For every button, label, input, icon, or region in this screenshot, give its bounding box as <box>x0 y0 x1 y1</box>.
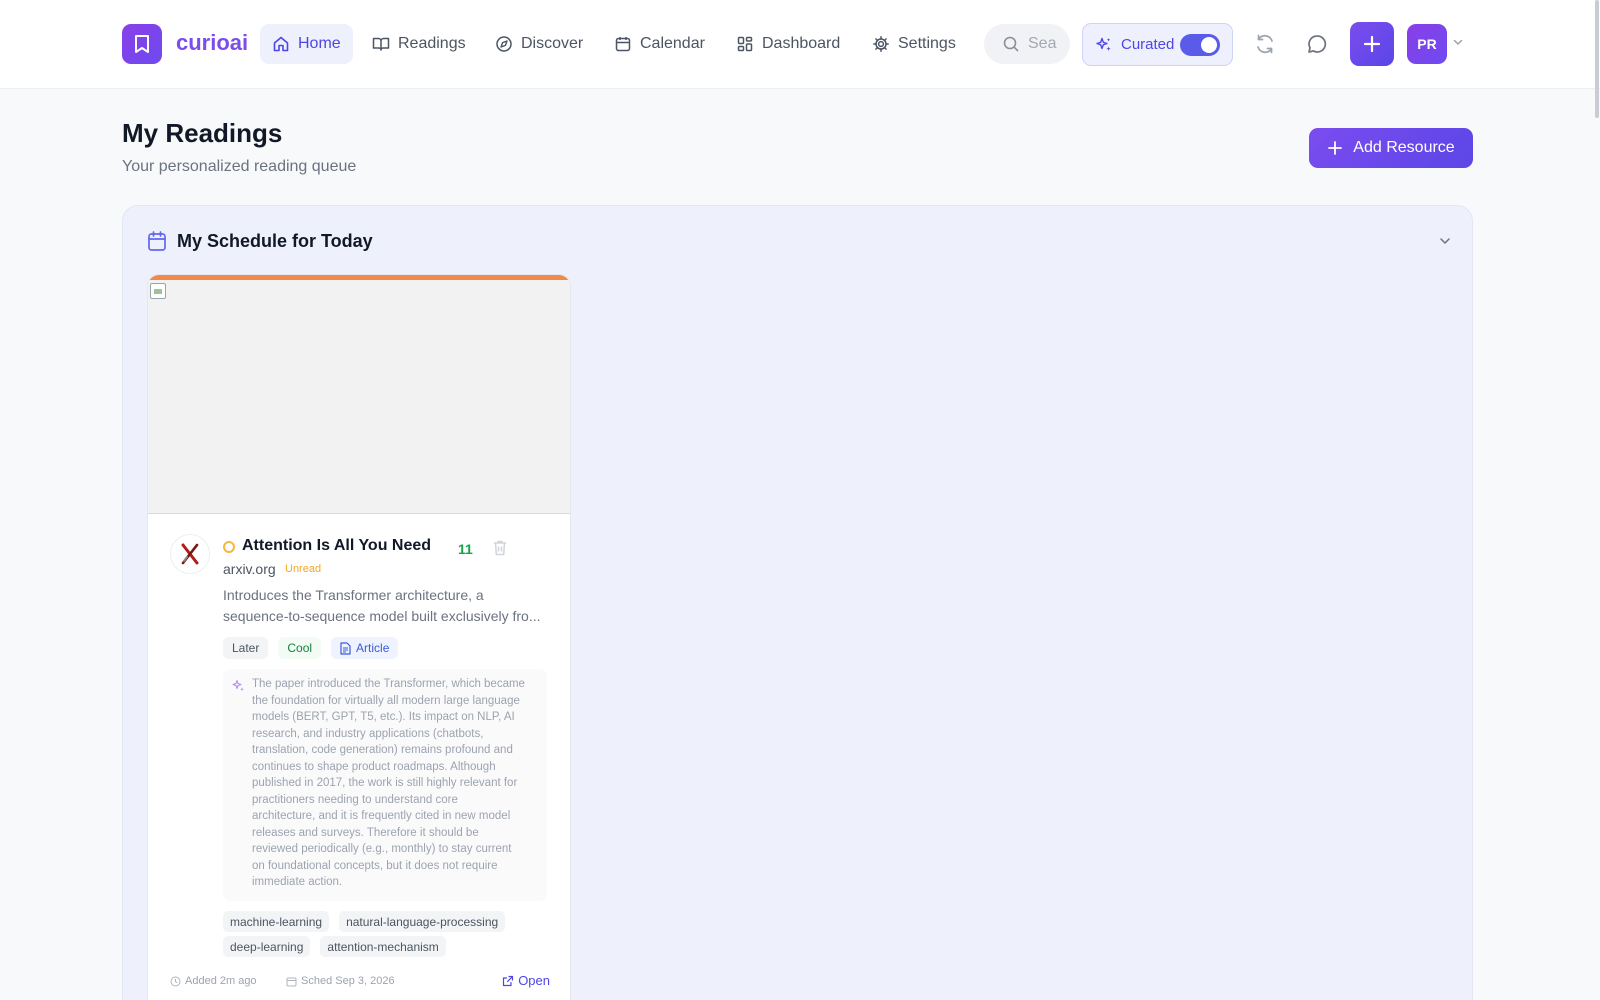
ai-summary-line: translation, code generation) remains pr… <box>252 744 513 756</box>
card-title[interactable]: Attention Is All You Need <box>242 537 431 555</box>
ai-summary: The paper introduced the Transformer, wh… <box>223 669 547 901</box>
nav-settings[interactable]: Settings <box>860 24 968 64</box>
chevron-down-icon[interactable] <box>1452 36 1464 48</box>
open-link[interactable]: Open <box>502 973 550 988</box>
app-name[interactable]: curioai <box>176 30 248 56</box>
nav-home-label: Home <box>298 35 341 52</box>
relevance-score: 11 <box>458 541 473 557</box>
sparkles-icon <box>1096 37 1111 51</box>
card-source[interactable]: arxiv.org <box>223 561 276 577</box>
ai-summary-line: immediate action. <box>252 876 343 888</box>
ai-summary-line: research, and industry applications (cha… <box>252 727 484 740</box>
top-navigation-bar: curioai Home Readings Discover Calendar … <box>0 0 1600 89</box>
type-tag-label: Article <box>356 641 390 655</box>
external-link-icon <box>503 975 514 986</box>
calendar-icon <box>615 37 631 52</box>
description-line: sequence-to-sequence model built exclusi… <box>223 608 541 624</box>
search-input[interactable] <box>1028 35 1058 53</box>
refresh-button[interactable] <box>1245 24 1285 64</box>
ai-summary-line: architecture, and it is frequently cited… <box>252 810 511 822</box>
search-box[interactable] <box>984 24 1070 64</box>
user-avatar[interactable]: PR <box>1407 24 1447 64</box>
ai-summary-line: continues to shape product roadmaps. Alt… <box>252 760 496 773</box>
page-subtitle: Your personalized reading queue <box>122 158 357 175</box>
topic-chip[interactable]: deep-learning <box>223 936 311 957</box>
curated-toggle-group[interactable]: Curated <box>1082 23 1233 66</box>
schedule-title: My Schedule for Today <box>177 230 373 251</box>
nav-settings-label: Settings <box>898 35 956 52</box>
arxiv-logo-icon <box>181 543 199 565</box>
curated-switch[interactable] <box>1180 34 1220 56</box>
scheduled-label: Sched Sep 3, 2026 <box>301 975 395 987</box>
card-description: Introduces the Transformer architecture,… <box>223 585 553 627</box>
added-time: Added 2m ago <box>170 975 257 987</box>
broken-image-icon <box>150 283 166 299</box>
card-thumbnail[interactable] <box>148 280 570 514</box>
ai-summary-line: practitioners needing to understand core <box>252 793 458 806</box>
add-resource-button[interactable]: Add Resource <box>1309 128 1473 168</box>
ai-summary-line: published in 2017, the work is still hig… <box>252 777 518 789</box>
document-icon <box>340 641 351 655</box>
plus-icon <box>1363 35 1381 53</box>
scrollbar-thumb[interactable] <box>1595 0 1599 118</box>
ai-summary-line: The paper introduced the Transformer, wh… <box>252 678 525 690</box>
nav-calendar[interactable]: Calendar <box>602 24 717 64</box>
logo-bookmark-icon[interactable] <box>122 24 162 64</box>
refresh-icon <box>1257 34 1273 54</box>
calendar-icon <box>286 977 297 986</box>
nav-readings[interactable]: Readings <box>360 24 478 64</box>
ai-summary-line: models (BERT, GPT, T5, etc.). Its impact… <box>252 711 515 723</box>
chat-bubble-icon <box>1308 35 1327 53</box>
compass-icon <box>496 36 512 52</box>
read-status-label: Unread <box>285 563 322 575</box>
ai-summary-line: on foundational concepts, but it does no… <box>252 859 498 872</box>
type-tag[interactable]: Article <box>331 637 399 659</box>
schedule-panel: My Schedule for Today Attention Is All Y… <box>122 205 1473 1000</box>
ai-summary-line: the foundation for virtually all modern … <box>252 694 520 707</box>
topic-chip[interactable]: machine-learning <box>223 911 330 932</box>
home-icon <box>273 36 289 52</box>
topic-chip[interactable]: natural-language-processing <box>339 911 506 932</box>
chevron-down-icon[interactable] <box>1438 234 1452 248</box>
unread-status-dot <box>223 541 235 553</box>
priority-tag[interactable]: Later <box>223 637 269 659</box>
add-button[interactable] <box>1350 22 1394 66</box>
search-icon <box>1003 36 1019 52</box>
nav-readings-label: Readings <box>398 35 466 52</box>
nav-calendar-label: Calendar <box>640 35 705 52</box>
reading-card[interactable]: Attention Is All You Need 11 arxiv.org U… <box>147 274 571 1000</box>
curated-label: Curated <box>1121 36 1175 53</box>
ai-summary-line: releases and surveys. Therefore it shoul… <box>252 826 479 839</box>
card-tags: Later Cool Article <box>223 637 399 659</box>
schedule-header[interactable]: My Schedule for Today <box>147 230 373 252</box>
nav-dashboard[interactable]: Dashboard <box>724 24 852 64</box>
book-open-icon <box>372 37 390 51</box>
scheduled-date: Sched Sep 3, 2026 <box>286 975 395 987</box>
topic-chips: machine-learning natural-language-process… <box>223 911 553 957</box>
page-scrollbar[interactable] <box>1594 0 1600 118</box>
nav-discover-label: Discover <box>521 35 584 52</box>
nav-home[interactable]: Home <box>260 24 353 64</box>
ai-summary-line: reviewed periodically (e.g., monthly) to… <box>252 843 512 855</box>
topic-chip[interactable]: attention-mechanism <box>320 936 446 957</box>
calendar-icon <box>148 231 166 251</box>
chat-button[interactable] <box>1297 24 1337 64</box>
added-label: Added 2m ago <box>185 975 257 987</box>
trash-icon[interactable] <box>492 539 508 557</box>
gear-icon <box>873 36 889 52</box>
mood-tag[interactable]: Cool <box>278 637 322 659</box>
plus-icon <box>1328 141 1343 155</box>
sparkles-icon <box>232 679 244 692</box>
nav-discover[interactable]: Discover <box>483 24 595 64</box>
ai-summary-text: The paper introduced the Transformer, wh… <box>252 676 542 891</box>
open-label: Open <box>518 973 550 988</box>
clock-icon <box>170 976 181 986</box>
page-title: My Readings <box>122 118 283 148</box>
dashboard-grid-icon <box>737 36 753 52</box>
source-favicon <box>170 534 210 574</box>
description-line: Introduces the Transformer architecture,… <box>223 587 484 603</box>
nav-dashboard-label: Dashboard <box>762 35 841 52</box>
add-resource-label: Add Resource <box>1353 139 1455 156</box>
